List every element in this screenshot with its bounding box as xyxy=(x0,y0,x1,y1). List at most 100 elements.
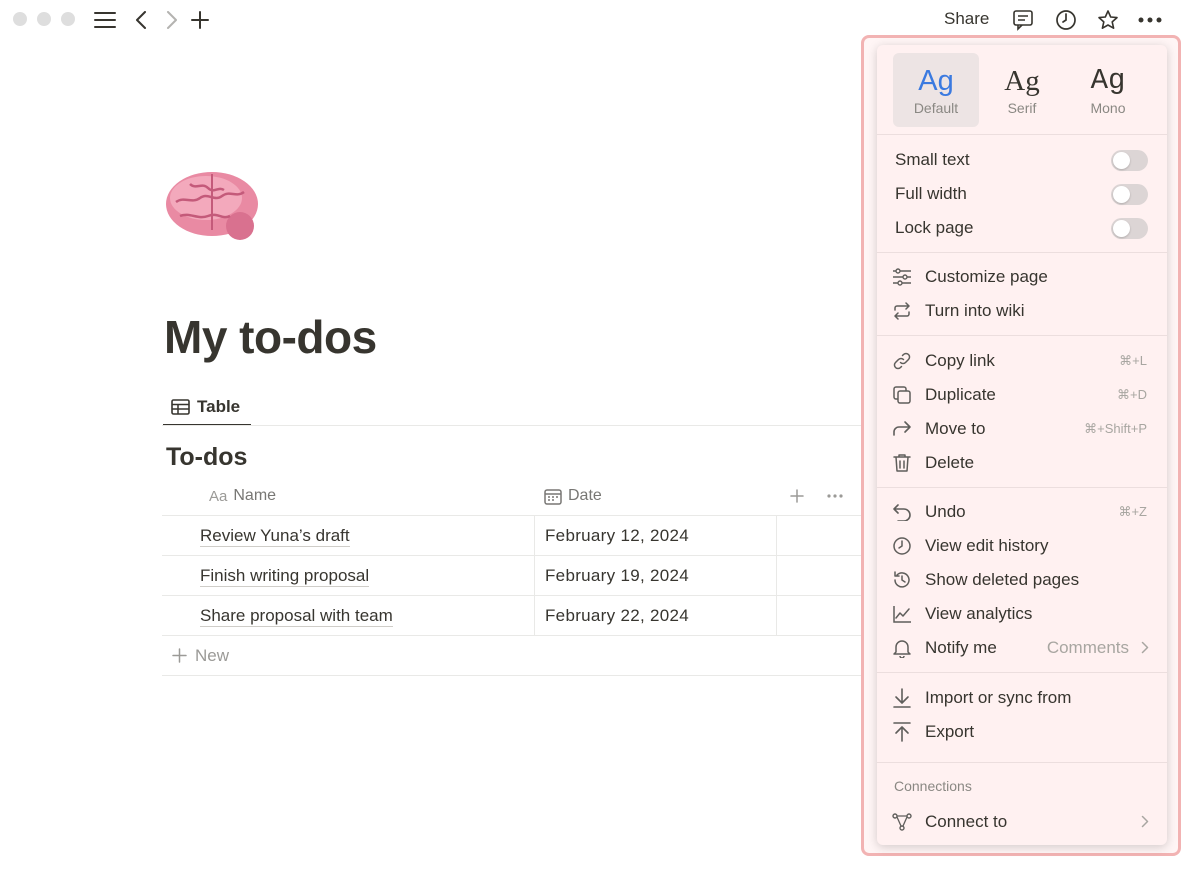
link-icon xyxy=(892,351,912,371)
menu-item-connect-to[interactable]: Connect to xyxy=(877,805,1167,839)
share-button[interactable]: Share xyxy=(944,9,989,29)
tab-table-view[interactable]: Table xyxy=(163,390,251,426)
clock-icon[interactable] xyxy=(1053,7,1079,33)
menu-item-label: Full width xyxy=(895,184,967,203)
font-label: Default xyxy=(913,100,959,116)
shortcut-hint: ⌘+D xyxy=(1117,387,1147,402)
table-row[interactable]: Review Yuna’s draft February 12, 2024 xyxy=(162,516,862,556)
menu-item-customize-page[interactable]: Customize page xyxy=(877,260,1167,294)
trash-icon xyxy=(892,453,912,473)
menu-item-label: Notify me xyxy=(925,638,997,657)
cell-date[interactable]: February 22, 2024 xyxy=(534,596,777,636)
back-arrow-icon[interactable] xyxy=(128,7,154,33)
menu-item-move-to[interactable]: Move to ⌘+Shift+P xyxy=(877,412,1167,446)
cell-date[interactable]: February 19, 2024 xyxy=(534,556,777,596)
full-width-toggle[interactable] xyxy=(1111,184,1148,205)
menu-divider xyxy=(877,487,1167,488)
table-row[interactable]: Finish writing proposal February 19, 202… xyxy=(162,556,862,596)
table-icon xyxy=(171,399,190,415)
page-options-menu: Ag Default Ag Serif Ag Mono Small text F… xyxy=(877,45,1167,845)
window-zoom-button[interactable] xyxy=(61,12,75,26)
font-option-default[interactable]: Ag Default xyxy=(893,53,979,127)
column-header-name[interactable]: Aa Name xyxy=(209,476,276,516)
window-minimize-button[interactable] xyxy=(37,12,51,26)
full-width-toggle-row[interactable]: Full width xyxy=(877,177,1167,211)
menu-item-duplicate[interactable]: Duplicate ⌘+D xyxy=(877,378,1167,412)
menu-item-import[interactable]: Import or sync from xyxy=(877,681,1167,715)
plus-icon xyxy=(172,648,187,663)
font-label: Serif xyxy=(1007,100,1037,116)
sidebar-menu-icon[interactable] xyxy=(92,7,118,33)
menu-item-label: Customize page xyxy=(925,267,1048,286)
star-icon[interactable] xyxy=(1095,7,1121,33)
menu-divider xyxy=(877,335,1167,336)
menu-item-label: View analytics xyxy=(925,604,1033,623)
new-row-label: New xyxy=(195,645,230,665)
todo-table: Aa Name Date Review Yuna’s draft Februar… xyxy=(162,476,862,676)
font-option-serif[interactable]: Ag Serif xyxy=(979,53,1065,127)
lock-page-toggle[interactable] xyxy=(1111,218,1148,239)
tab-divider xyxy=(162,425,862,426)
menu-item-show-deleted-pages[interactable]: Show deleted pages xyxy=(877,563,1167,597)
cell-name[interactable]: Finish writing proposal xyxy=(200,556,370,596)
small-text-toggle-row[interactable]: Small text xyxy=(877,143,1167,177)
duplicate-icon xyxy=(892,385,912,405)
menu-divider xyxy=(877,134,1167,135)
cell-name[interactable]: Share proposal with team xyxy=(200,596,393,636)
menu-item-label: Duplicate xyxy=(925,385,996,404)
menu-item-delete[interactable]: Delete xyxy=(877,446,1167,480)
repeat-icon xyxy=(892,301,912,321)
chart-icon xyxy=(892,604,912,624)
menu-item-view-edit-history[interactable]: View edit history xyxy=(877,529,1167,563)
table-header-row: Aa Name Date xyxy=(162,476,862,516)
export-icon xyxy=(892,722,912,742)
column-label: Date xyxy=(568,487,602,504)
column-more-icon[interactable] xyxy=(827,476,843,516)
menu-item-turn-into-wiki[interactable]: Turn into wiki xyxy=(877,294,1167,328)
menu-item-notify-me[interactable]: Notify me Comments xyxy=(877,631,1167,665)
small-text-toggle[interactable] xyxy=(1111,150,1148,171)
menu-item-label: Move to xyxy=(925,419,986,438)
menu-item-label: Undo xyxy=(925,502,966,521)
sliders-icon xyxy=(892,267,912,287)
calendar-icon xyxy=(544,488,562,505)
menu-item-label: Export xyxy=(925,722,975,741)
add-column-icon[interactable] xyxy=(790,476,804,516)
menu-item-label: Connect to xyxy=(925,812,1008,831)
font-label: Mono xyxy=(1090,100,1126,116)
cell-name[interactable]: Review Yuna’s draft xyxy=(200,516,350,556)
menu-item-label: Show deleted pages xyxy=(925,570,1080,589)
lock-page-toggle-row[interactable]: Lock page xyxy=(877,211,1167,245)
font-selector: Ag Default Ag Serif Ag Mono xyxy=(893,53,1151,127)
menu-item-label: Turn into wiki xyxy=(925,301,1025,320)
menu-item-label: Lock page xyxy=(895,218,974,237)
tab-label: Table xyxy=(197,397,241,416)
menu-item-export[interactable]: Export xyxy=(877,715,1167,749)
database-title[interactable]: To-dos xyxy=(166,443,247,472)
import-icon xyxy=(892,688,912,708)
menu-divider xyxy=(877,672,1167,673)
font-sample: Ag xyxy=(1090,64,1126,97)
plus-icon[interactable] xyxy=(187,7,213,33)
new-row-button[interactable]: New xyxy=(162,636,862,676)
menu-item-label: Small text xyxy=(895,150,970,169)
cell-date[interactable]: February 12, 2024 xyxy=(534,516,777,556)
brain-emoji-icon[interactable] xyxy=(162,164,262,254)
text-type-icon: Aa xyxy=(209,487,228,505)
chevron-right-icon xyxy=(1141,815,1149,833)
forward-arrow-icon[interactable] xyxy=(159,7,185,33)
font-option-mono[interactable]: Ag Mono xyxy=(1065,53,1151,127)
comment-icon[interactable] xyxy=(1010,7,1036,33)
connections-icon xyxy=(892,812,912,832)
menu-item-copy-link[interactable]: Copy link ⌘+L xyxy=(877,344,1167,378)
menu-item-undo[interactable]: Undo ⌘+Z xyxy=(877,495,1167,529)
shortcut-hint: ⌘+Z xyxy=(1118,504,1147,519)
menu-item-label: View edit history xyxy=(925,536,1049,555)
column-header-date[interactable]: Date xyxy=(544,476,602,516)
table-row[interactable]: Share proposal with team February 22, 20… xyxy=(162,596,862,636)
more-icon[interactable] xyxy=(1137,7,1163,33)
menu-item-view-analytics[interactable]: View analytics xyxy=(877,597,1167,631)
menu-divider xyxy=(877,762,1167,763)
window-close-button[interactable] xyxy=(13,12,27,26)
page-title[interactable]: My to-dos xyxy=(164,310,377,364)
